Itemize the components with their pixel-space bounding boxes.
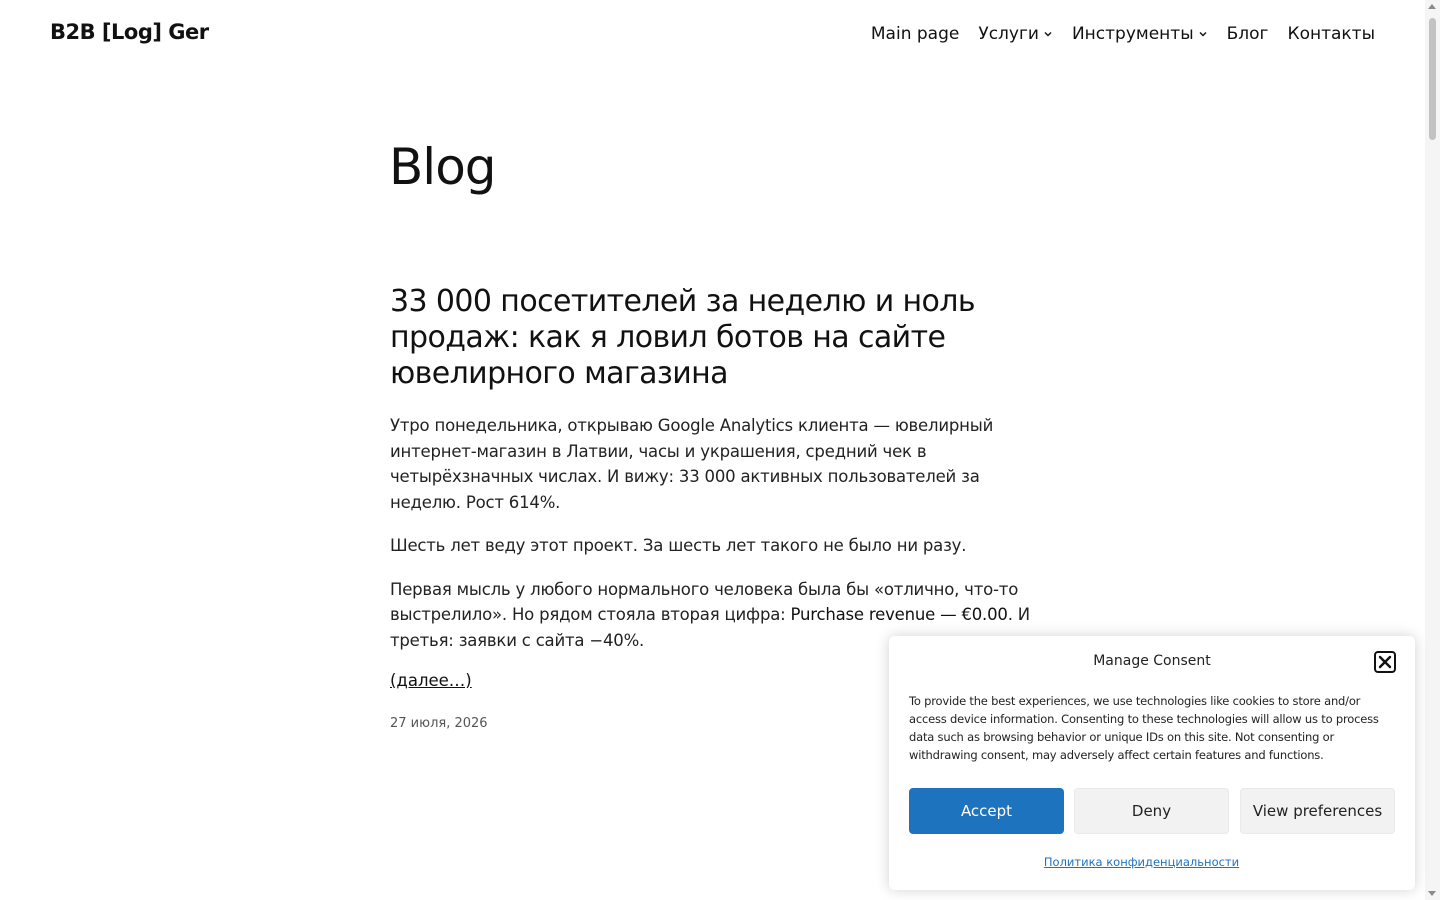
scrollbar[interactable]	[1425, 0, 1440, 900]
nav-item-label: Блог	[1226, 24, 1269, 44]
consent-dialog: Manage Consent To provide the best exper…	[889, 636, 1415, 890]
scrollbar-thumb[interactable]	[1429, 18, 1436, 140]
post-paragraph: Утро понедельника, открываю Google Analy…	[390, 416, 994, 512]
accept-button[interactable]: Accept	[909, 788, 1064, 834]
main-nav: Main page Услуги Инструменты Блог Контак…	[871, 24, 1375, 44]
scroll-up-arrow-icon[interactable]	[1428, 4, 1436, 9]
close-icon[interactable]	[1374, 651, 1396, 673]
privacy-policy-link[interactable]: Политика конфиденциальности	[889, 855, 1394, 869]
nav-item-services[interactable]: Услуги	[978, 24, 1053, 44]
nav-item-main-page[interactable]: Main page	[871, 24, 959, 44]
scroll-down-arrow-icon[interactable]	[1428, 891, 1436, 896]
read-more-link[interactable]: (далее…)	[390, 671, 472, 690]
deny-button[interactable]: Deny	[1074, 788, 1229, 834]
nav-item-tools[interactable]: Инструменты	[1072, 24, 1208, 44]
chevron-down-icon[interactable]	[1198, 29, 1208, 39]
nav-item-blog[interactable]: Блог	[1227, 24, 1269, 44]
site-title[interactable]: B2B [Log] Ger	[50, 20, 209, 44]
view-preferences-button[interactable]: View preferences	[1240, 788, 1395, 834]
chevron-down-icon[interactable]	[1043, 29, 1053, 39]
consent-text: To provide the best experiences, we use …	[909, 694, 1379, 762]
page-title: Blog	[389, 138, 497, 196]
post-paragraph: Шесть лет веду этот проект. За шесть лет…	[390, 536, 967, 555]
post-title[interactable]: 33 000 посетителей за неделю и ноль прод…	[390, 284, 1035, 392]
nav-item-label: Услуги	[978, 24, 1039, 44]
consent-title: Manage Consent	[1093, 653, 1211, 669]
nav-item-label: Контакты	[1287, 24, 1376, 44]
nav-item-label: Main page	[870, 24, 960, 44]
nav-item-label: Инструменты	[1071, 24, 1194, 44]
nav-item-contacts[interactable]: Контакты	[1288, 24, 1376, 44]
post-paragraph-strong: Purchase revenue — €0.00	[790, 605, 1008, 624]
